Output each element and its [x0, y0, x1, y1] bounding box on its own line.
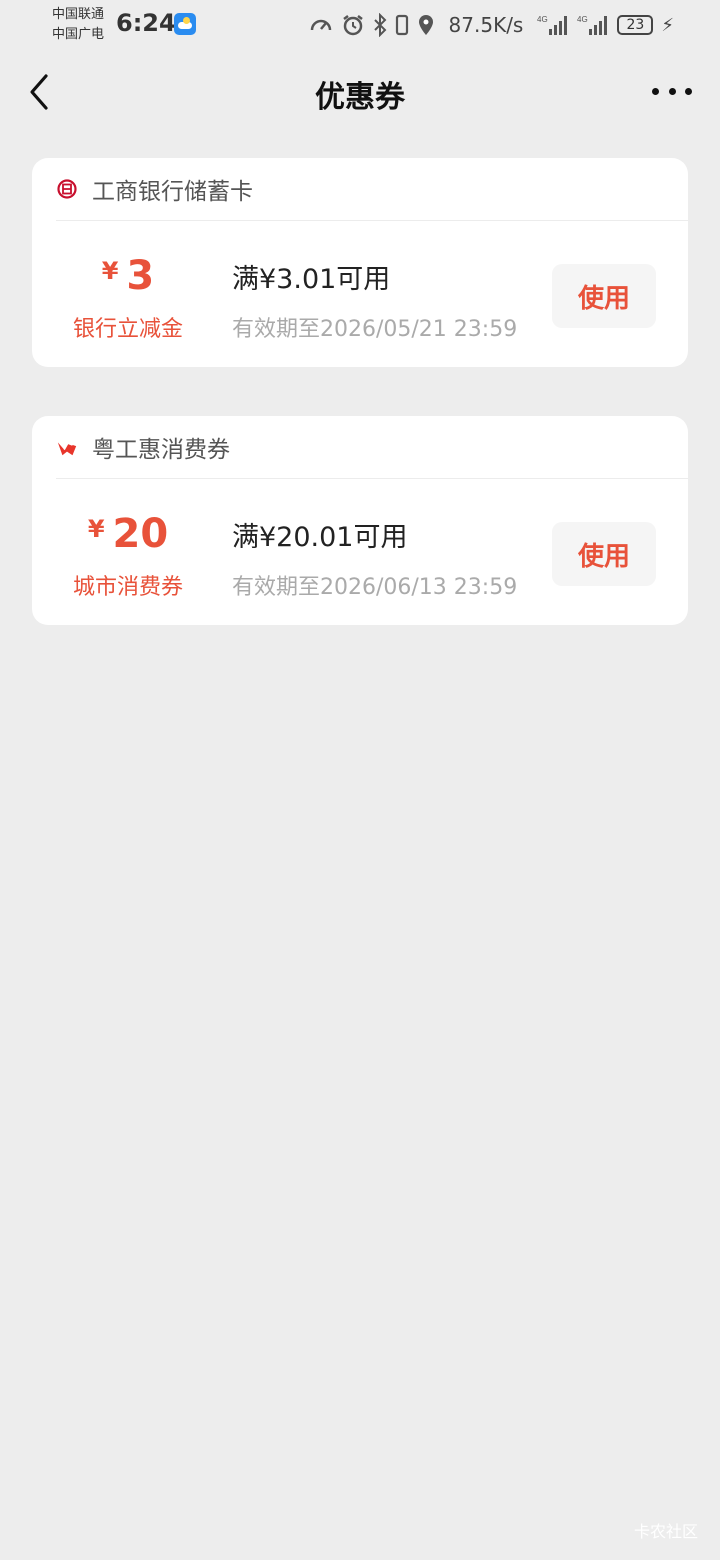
alarm-icon: [342, 15, 363, 36]
coupon-issuer-header: 粤工惠消费券: [56, 416, 688, 479]
bluetooth-icon: [373, 13, 386, 37]
coupon-validity: 有效期至2026/06/13 23:59: [232, 575, 518, 600]
svg-text:4G: 4G: [577, 15, 588, 24]
coupon-card: 粤工惠消费券 ¥20 城市消费券 满¥20.01可用 有效期至2026/06/1…: [32, 416, 688, 625]
more-options-button[interactable]: [652, 76, 692, 106]
charging-icon: ⚡: [661, 14, 674, 36]
issuer-name: 粤工惠消费券: [92, 437, 230, 463]
icbc-logo-icon: [56, 178, 78, 200]
carrier-1: 中国联通: [52, 7, 105, 22]
coupon-type: 城市消费券: [72, 575, 183, 600]
coupon-amount: ¥20: [32, 511, 224, 557]
4g-signal-icon: 4G: [577, 15, 608, 35]
coupon-type: 银行立减金: [72, 317, 183, 342]
status-icons: 87.5K/s 4G 4G 23 ⚡: [309, 12, 674, 38]
coupon-card: 工商银行储蓄卡 ¥3 银行立减金 满¥3.01可用 有效期至2026/05/21…: [32, 158, 688, 367]
coupon-condition: 满¥20.01可用: [232, 522, 408, 553]
svg-text:4G: 4G: [537, 15, 548, 24]
weather-app-icon: [174, 13, 196, 35]
clock: 6:24: [116, 9, 176, 37]
page-title: 优惠券: [315, 80, 405, 115]
carrier-2: 中国广电: [52, 27, 105, 42]
coupon-issuer-header: 工商银行储蓄卡: [56, 158, 688, 221]
amount-value: 20: [112, 511, 169, 557]
use-button[interactable]: 使用: [552, 522, 656, 586]
4g-signal-icon: 4G: [537, 15, 568, 35]
issuer-name: 工商银行储蓄卡: [92, 179, 253, 205]
status-bar: 中国联通 中国广电 6:24 87.5K/s 4G 4G 23 ⚡: [0, 0, 720, 50]
more-dots-icon: [668, 87, 676, 95]
more-dots-icon: [652, 87, 659, 95]
coupon-amount: ¥3: [32, 253, 224, 299]
network-speed: 87.5K/s: [448, 13, 524, 37]
amount-value: 3: [126, 253, 155, 299]
vibrate-icon: [395, 14, 408, 36]
battery-indicator: 23: [617, 15, 654, 35]
coupon-validity: 有效期至2026/05/21 23:59: [232, 317, 518, 342]
currency-symbol: ¥: [101, 257, 119, 285]
yuegonghui-logo-icon: [56, 436, 78, 458]
coupon-body: ¥3 银行立减金 满¥3.01可用 有效期至2026/05/21 23:59 使…: [32, 221, 688, 367]
watermark: 卡农社区: [633, 1522, 698, 1541]
coupon-body: ¥20 城市消费券 满¥20.01可用 有效期至2026/06/13 23:59…: [32, 479, 688, 625]
speedometer-icon: [310, 19, 331, 31]
currency-symbol: ¥: [87, 515, 105, 543]
navigation-bar: 优惠券: [0, 56, 720, 128]
location-icon: [418, 15, 433, 35]
coupon-condition: 满¥3.01可用: [232, 264, 391, 295]
use-button[interactable]: 使用: [552, 264, 656, 328]
more-dots-icon: [685, 87, 692, 95]
carrier-info: 中国联通 中国广电: [52, 5, 104, 45]
